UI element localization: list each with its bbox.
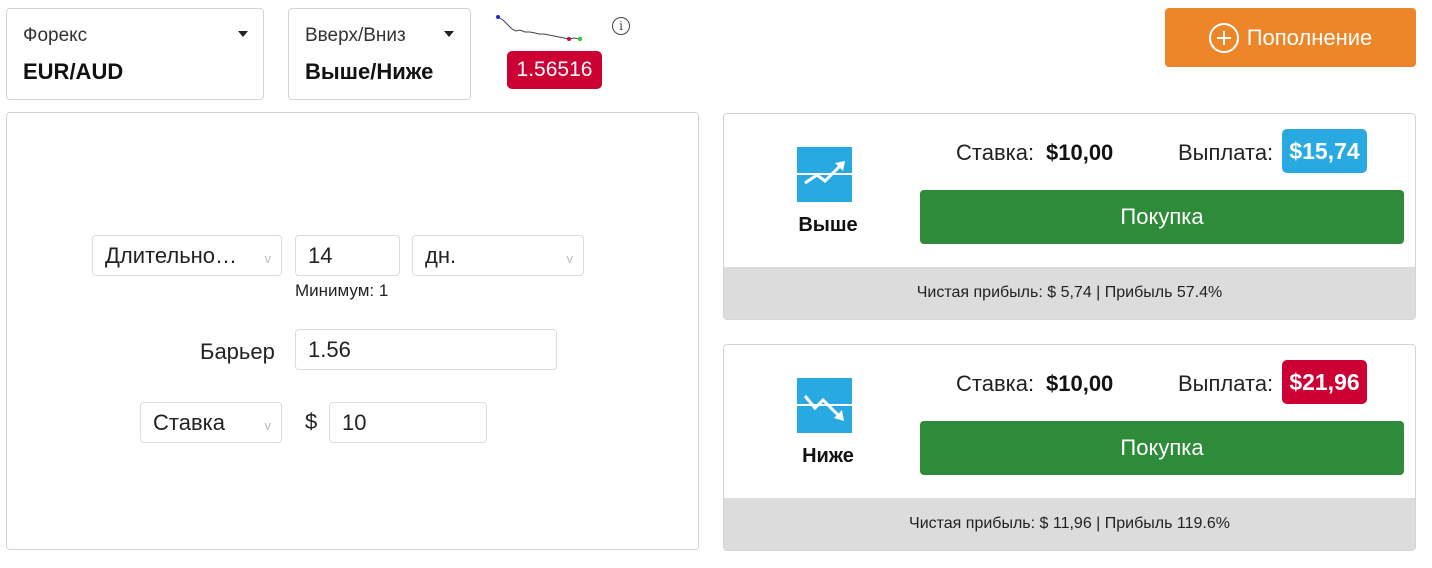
market-selector[interactable]: Форекс EUR/AUD <box>6 8 264 100</box>
barrier-input[interactable]: 1.56 <box>295 329 557 370</box>
contract-card-higher: Выше Ставка: $10,00 Выплата: $15,74 Поку… <box>723 113 1416 320</box>
duration-input[interactable]: 14 <box>295 235 400 276</box>
price-sparkline <box>496 15 583 42</box>
direction-label: Выше <box>798 214 858 236</box>
stake-value: $10,00 <box>1046 140 1114 165</box>
chevron-down-icon <box>444 31 454 37</box>
buy-button[interactable]: Покупка <box>920 421 1404 475</box>
chevron-down-icon: v <box>264 417 272 433</box>
info-icon[interactable]: i <box>612 17 630 35</box>
duration-minimum-note: Минимум: 1 <box>295 281 389 300</box>
profit-summary: Чистая прибыль: $ 11,96 | Прибыль 119.6% <box>724 498 1415 550</box>
duration-unit-value: дн. <box>425 242 457 268</box>
duration-unit-select[interactable]: дн. v <box>412 235 584 276</box>
trend-down-icon <box>797 378 852 433</box>
market-category-label: Форекс <box>23 25 88 46</box>
currency-symbol: $ <box>305 409 318 434</box>
market-symbol-value: EUR/AUD <box>23 59 124 84</box>
chevron-down-icon: v <box>566 250 574 266</box>
duration-input-value: 14 <box>308 242 333 268</box>
stake-type-value: Ставка <box>153 409 225 435</box>
contract-type-selector[interactable]: Вверх/Вниз Выше/Ниже <box>288 8 471 100</box>
plus-circle-icon <box>1208 22 1239 53</box>
profit-summary: Чистая прибыль: $ 5,74 | Прибыль 57.4% <box>724 267 1415 319</box>
payout-badge: $21,96 <box>1282 360 1367 404</box>
contract-category-label: Вверх/Вниз <box>305 25 406 46</box>
buy-button[interactable]: Покупка <box>920 190 1404 244</box>
trade-parameters-panel: Длительно… v 14 дн. v Минимум: 1 Барьер … <box>6 112 699 550</box>
chevron-down-icon <box>238 31 248 37</box>
deposit-button[interactable]: Пополнение <box>1165 8 1416 67</box>
stake-amount-value: 10 <box>342 409 367 435</box>
trend-up-icon <box>797 147 852 202</box>
stake-amount-input[interactable]: 10 <box>329 402 487 443</box>
direction-label: Ниже <box>802 445 854 467</box>
contract-card-lower: Ниже Ставка: $10,00 Выплата: $21,96 Поку… <box>723 344 1416 551</box>
duration-type-value: Длительно… <box>105 242 238 268</box>
duration-type-select[interactable]: Длительно… v <box>92 235 282 276</box>
barrier-label: Барьер <box>200 339 275 364</box>
stake-value: $10,00 <box>1046 371 1114 396</box>
deposit-button-label: Пополнение <box>1246 24 1373 50</box>
stake-caption: Ставка: <box>956 371 1035 396</box>
contract-type-value: Выше/Ниже <box>305 59 434 84</box>
payout-caption: Выплата: <box>1178 371 1274 396</box>
payout-badge: $15,74 <box>1282 129 1367 173</box>
payout-caption: Выплата: <box>1178 140 1274 165</box>
stake-caption: Ставка: <box>956 140 1035 165</box>
chevron-down-icon: v <box>264 250 272 266</box>
stake-type-select[interactable]: Ставка v <box>140 402 282 443</box>
barrier-input-value: 1.56 <box>308 336 351 362</box>
current-price-badge: 1.56516 <box>507 51 602 89</box>
